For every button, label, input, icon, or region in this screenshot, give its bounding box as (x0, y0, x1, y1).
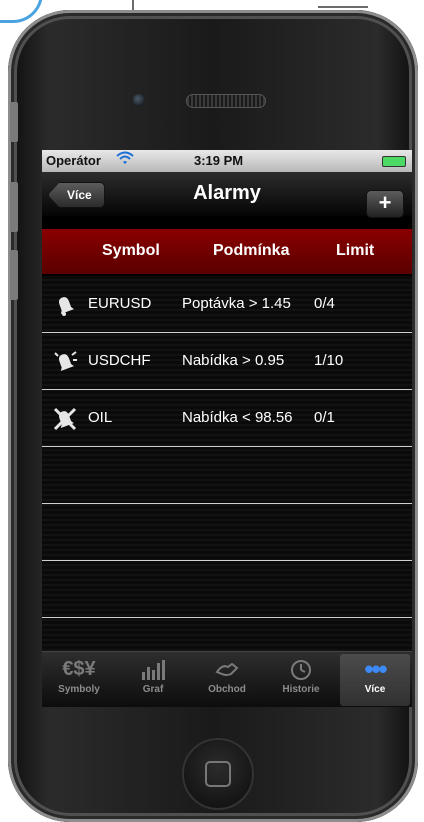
clock-icon (266, 654, 336, 684)
tab-graf[interactable]: Graf (118, 654, 188, 706)
tab-bar: €$¥ Symboly Graf Obchod Historie ••• Víc… (42, 651, 412, 707)
alarm-list: EURUSD Poptávka > 1.45 0/4 USDCHF Nabídk… (42, 276, 412, 651)
row-symbol: EURUSD (88, 295, 152, 312)
more-dots-icon: ••• (364, 654, 387, 684)
app-screen: Operátor 3:19 PM Více Alarmy + Symbol Po… (42, 150, 412, 707)
device-frame: Operátor 3:19 PM Více Alarmy + Symbol Po… (0, 0, 424, 822)
column-header-symbol[interactable]: Symbol (102, 242, 160, 260)
row-condition: Nabídka > 0.95 (182, 352, 285, 369)
row-condition: Nabídka < 98.56 (182, 409, 293, 426)
battery-icon (382, 156, 406, 167)
status-bar: Operátor 3:19 PM (42, 150, 412, 172)
add-alarm-button[interactable]: + (366, 190, 404, 218)
empty-row (42, 447, 412, 504)
tab-label: Obchod (208, 684, 246, 695)
home-square-icon (205, 761, 231, 787)
empty-row (42, 504, 412, 561)
tab-label: Historie (282, 684, 320, 695)
tab-historie[interactable]: Historie (266, 654, 336, 706)
row-symbol: OIL (88, 409, 113, 426)
home-button[interactable] (182, 738, 254, 810)
mute-switch (10, 102, 18, 142)
muted-bell-icon (52, 406, 78, 432)
currency-icon: €$¥ (62, 658, 96, 680)
row-condition: Poptávka > 1.45 (182, 295, 291, 312)
volume-up-button (10, 182, 18, 232)
page-title: Alarmy (193, 182, 261, 204)
trade-icon (192, 654, 262, 684)
decoration-tick (318, 6, 368, 8)
row-symbol: USDCHF (88, 352, 151, 369)
tab-label: Symboly (58, 684, 100, 695)
phone-body: Operátor 3:19 PM Více Alarmy + Symbol Po… (8, 10, 418, 822)
wifi-icon (116, 150, 134, 170)
chart-icon (118, 654, 188, 684)
carrier-label: Operátor (46, 153, 101, 168)
row-limit: 0/1 (314, 409, 335, 426)
volume-down-button (10, 250, 18, 300)
front-camera (133, 94, 145, 106)
tab-vice[interactable]: ••• Více (340, 654, 410, 706)
row-limit: 0/4 (314, 295, 335, 312)
table-row[interactable]: OIL Nabídka < 98.56 0/1 (42, 390, 412, 447)
ringing-bell-icon (52, 349, 78, 375)
tab-obchod[interactable]: Obchod (192, 654, 262, 706)
empty-row (42, 561, 412, 618)
column-header-condition[interactable]: Podmínka (213, 242, 289, 260)
navigation-bar: Více Alarmy + (42, 172, 412, 218)
clock-label: 3:19 PM (194, 153, 244, 168)
tab-label: Graf (142, 684, 164, 695)
bell-icon (52, 292, 78, 318)
table-header: Symbol Podmínka Limit (42, 229, 412, 274)
table-row[interactable]: USDCHF Nabídka > 0.95 1/10 (42, 333, 412, 390)
earpiece-speaker (186, 94, 266, 108)
row-limit: 1/10 (314, 352, 344, 369)
tab-symboly[interactable]: €$¥ Symboly (44, 654, 114, 706)
tab-label: Více (364, 684, 386, 695)
table-row[interactable]: EURUSD Poptávka > 1.45 0/4 (42, 276, 412, 333)
column-header-limit[interactable]: Limit (336, 242, 374, 260)
